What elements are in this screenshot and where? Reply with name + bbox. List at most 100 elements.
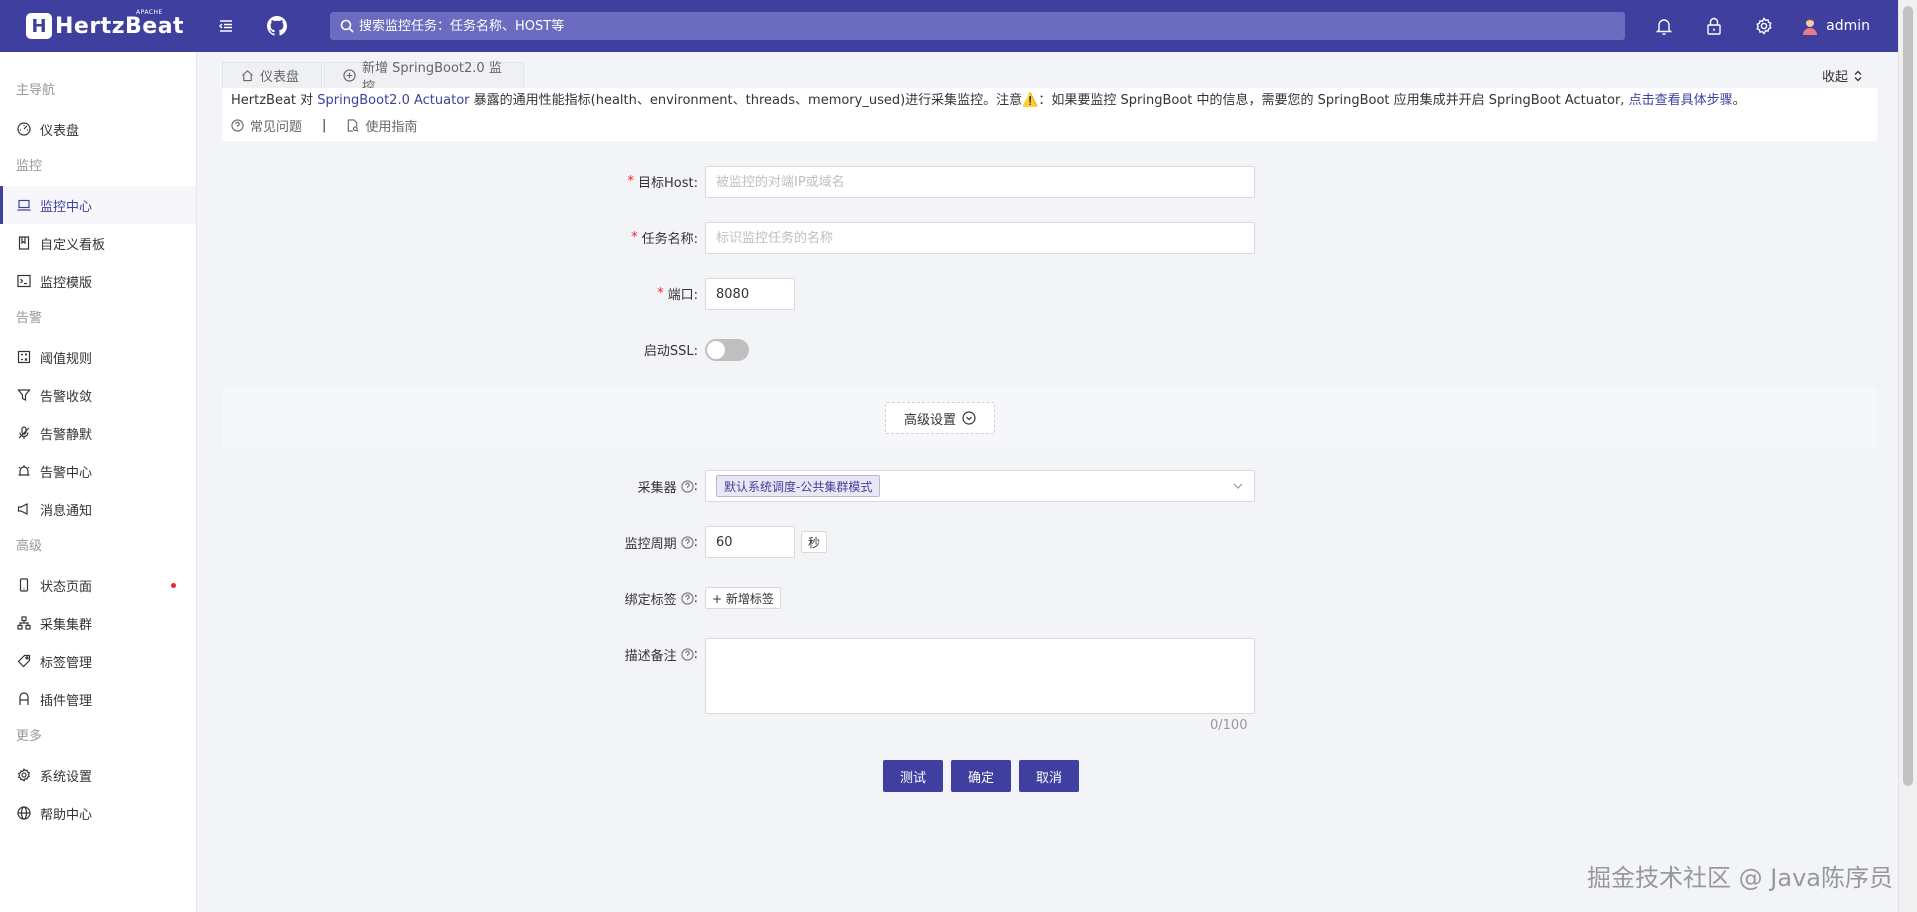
tags-label: 绑定标签 : (560, 590, 698, 608)
sidebar-item-status-page[interactable]: 状态页面 (0, 566, 196, 604)
port-input[interactable] (705, 278, 795, 310)
sidebar-item-label: 插件管理 (40, 693, 93, 709)
colon: : (693, 646, 698, 662)
description-label-text: 描述备注 (624, 648, 677, 664)
logo[interactable]: H HertzBeat APACHE (26, 9, 196, 39)
required-mark: * (657, 285, 664, 301)
collector-label: 采集器 : (560, 478, 698, 496)
actuator-link[interactable]: SpringBoot2.0 Actuator (317, 93, 469, 108)
tag-icon (16, 654, 31, 669)
scrollbar-thumb[interactable] (1903, 6, 1913, 786)
chevron-down-circle-icon (962, 411, 976, 425)
question-circle-icon[interactable] (680, 535, 694, 549)
test-button[interactable]: 测试 (883, 760, 943, 792)
info-prefix: HertzBeat 对 (231, 93, 318, 108)
sidebar-item-plugin-manage[interactable]: 插件管理 (0, 680, 196, 718)
sidebar-item-label: 系统设置 (40, 769, 93, 785)
sidebar-item-alert-center[interactable]: 告警中心 (0, 452, 196, 490)
info-suffix: ：如果要监控 SpringBoot 中的信息，需要您的 SpringBoot 应… (1038, 93, 1629, 108)
interval-unit: 秒 (801, 531, 828, 553)
alarm-icon (16, 464, 31, 479)
mute-icon (16, 426, 31, 441)
globe-icon (16, 806, 31, 821)
advanced-settings-button[interactable]: 高级设置 (885, 402, 995, 434)
host-input[interactable] (705, 166, 1255, 198)
file-search-icon (346, 119, 359, 132)
sidebar-item-custom-board[interactable]: 自定义看板 (0, 224, 196, 262)
sidebar-item-label: 消息通知 (40, 503, 93, 519)
guide-label: 使用指南 (365, 120, 418, 135)
sidebar-item-label: 仪表盘 (40, 123, 80, 139)
description-counter: 0/100 (1210, 718, 1248, 733)
ssl-label: 启动SSL: (643, 343, 698, 359)
sidebar-item-label: 监控中心 (40, 199, 93, 215)
link-separator: | (322, 118, 327, 133)
plus-circle-icon (343, 69, 356, 82)
home-icon (241, 69, 254, 82)
sidebar-group-monitor: 监控 (16, 159, 43, 174)
interval-input[interactable] (705, 526, 795, 558)
laptop-icon (16, 198, 31, 213)
task-name-input[interactable] (705, 222, 1255, 254)
bell-icon[interactable] (1654, 16, 1674, 36)
lock-icon[interactable] (1704, 16, 1724, 36)
advanced-label: 高级设置 (903, 412, 956, 428)
collapse-button[interactable]: 收起 (1822, 66, 1863, 85)
interval-label: 监控周期 : (560, 534, 698, 552)
sidebar-item-notice[interactable]: 消息通知 (0, 490, 196, 528)
question-circle-icon[interactable] (680, 647, 694, 661)
filter-icon (16, 388, 31, 403)
tab-dashboard[interactable]: 仪表盘 (222, 62, 322, 88)
tab-new-monitor[interactable]: 新增 SpringBoot2.0 监控 (324, 61, 524, 95)
sidebar-item-label: 监控模版 (40, 275, 93, 291)
search-box[interactable] (330, 12, 1625, 40)
search-input[interactable] (359, 18, 1359, 34)
sidebar-item-label: 告警收敛 (40, 389, 93, 405)
advanced-band (222, 387, 1877, 447)
add-tag-button[interactable]: + 新增标签 (705, 587, 781, 609)
tab-bar: 仪表盘 新增 SpringBoot2.0 监控 (222, 61, 526, 95)
name-label-text: 任务名称: (641, 231, 698, 247)
sidebar-item-monitor-template[interactable]: 监控模版 (0, 262, 196, 300)
dashboard-icon (16, 122, 31, 137)
sidebar-item-collector-cluster[interactable]: 采集集群 (0, 604, 196, 642)
colon: : (693, 478, 698, 494)
info-links: 常见问题 | 使用指南 (231, 116, 1868, 135)
sidebar-item-help-center[interactable]: 帮助中心 (0, 794, 196, 832)
question-circle-icon[interactable] (680, 479, 694, 493)
question-circle-icon (231, 119, 244, 132)
page-scrollbar[interactable] (1898, 0, 1917, 912)
gear-icon[interactable] (1754, 16, 1774, 36)
sidebar-item-tag-manage[interactable]: 标签管理 (0, 642, 196, 680)
sidebar-item-system-settings[interactable]: 系统设置 (0, 756, 196, 794)
sidebar-item-dashboard[interactable]: 仪表盘 (0, 110, 196, 148)
guide-link[interactable]: 使用指南 (346, 116, 417, 135)
port-label-text: 端口: (667, 287, 698, 303)
description-label: 描述备注 : (560, 646, 698, 664)
warning-icon: ⚠️ (1022, 93, 1039, 108)
steps-link[interactable]: 点击查看具体步骤 (1629, 93, 1733, 108)
book-icon (16, 236, 31, 251)
user-menu[interactable]: admin (1800, 16, 1870, 36)
github-icon[interactable] (266, 15, 288, 37)
sidebar-item-alert-silence[interactable]: 告警静默 (0, 414, 196, 452)
sidebar-item-threshold-rules[interactable]: 阈值规则 (0, 338, 196, 376)
sidebar-item-label: 帮助中心 (40, 807, 93, 823)
faq-link[interactable]: 常见问题 (231, 116, 302, 135)
sidebar-item-alert-converge[interactable]: 告警收敛 (0, 376, 196, 414)
colon: : (693, 534, 698, 550)
faq-label: 常见问题 (250, 120, 303, 135)
status-dot (171, 583, 176, 588)
cancel-button[interactable]: 取消 (1019, 760, 1079, 792)
info-middle: 暴露的通用性能指标(health、environment、threads、mem… (469, 93, 1023, 108)
confirm-button[interactable]: 确定 (951, 760, 1011, 792)
collector-select[interactable]: 默认系统调度-公共集群模式 (705, 470, 1255, 502)
sort-icon (1853, 70, 1863, 82)
required-mark: * (631, 229, 638, 245)
ssl-switch[interactable] (705, 339, 749, 361)
description-textarea[interactable] (705, 638, 1255, 714)
sidebar-item-monitor-center[interactable]: 监控中心 (0, 186, 196, 224)
notification-icon (16, 502, 31, 517)
question-circle-icon[interactable] (680, 591, 694, 605)
menu-fold-icon[interactable] (216, 16, 236, 36)
